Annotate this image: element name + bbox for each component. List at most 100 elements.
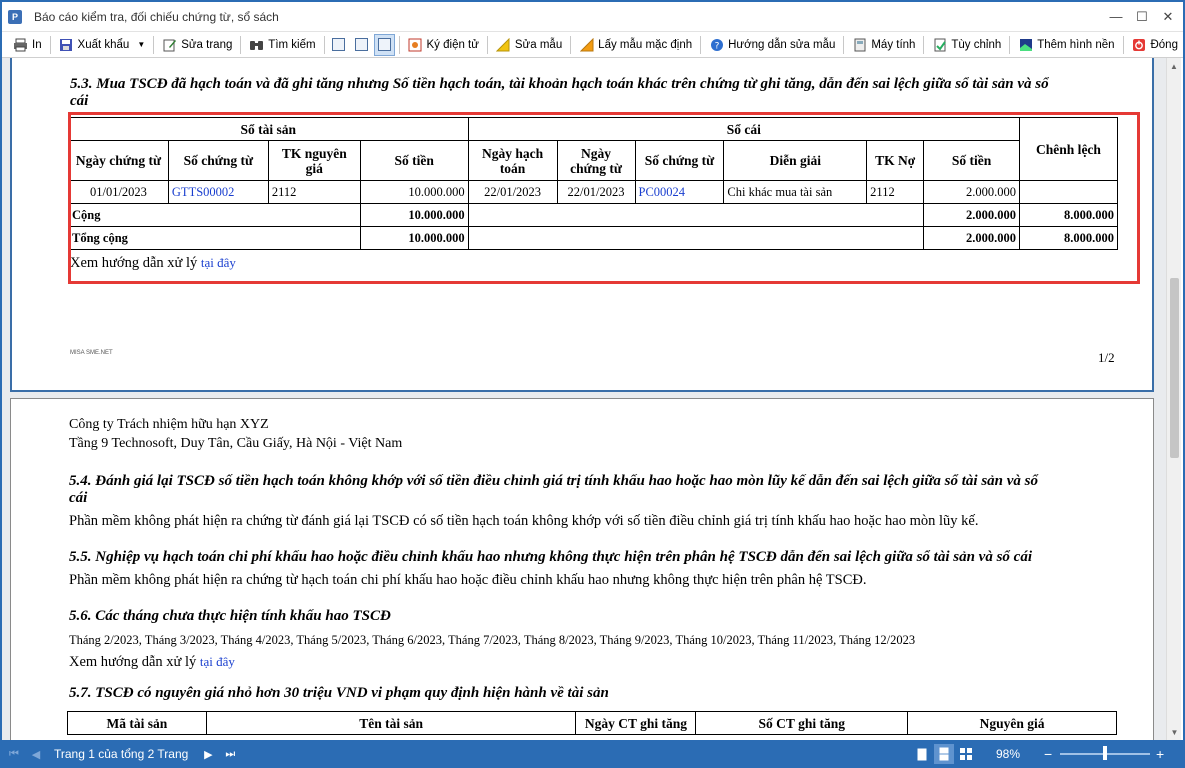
report-page-2: Công ty Trách nhiệm hữu hạn XYZ Tầng 9 T… (10, 398, 1154, 740)
continuous-view-icon[interactable] (934, 744, 954, 764)
chevron-down-icon[interactable]: ▼ (137, 40, 145, 49)
calculator-button[interactable]: Máy tính (847, 34, 920, 56)
small-asset-table: Mã tài sản Tên tài sản Ngày CT ghi tăng … (67, 711, 1117, 735)
scroll-thumb[interactable] (1170, 278, 1179, 458)
help-edit-label: Hướng dẫn sửa mẫu (728, 38, 836, 51)
header-increase-no: Số CT ghi tăng (695, 711, 909, 735)
toolbar-separator (398, 35, 400, 54)
zoom-level: 98% (996, 747, 1021, 761)
maximize-button[interactable]: ☐ (1131, 6, 1153, 28)
save-icon (59, 37, 74, 52)
export-button[interactable]: Xuất khẩu ▼ (54, 34, 151, 56)
section-5-3-title: 5.3. Mua TSCĐ đã hạch toán và đã ghi tăn… (70, 76, 1140, 110)
toolbar-separator (923, 35, 925, 54)
title-bar: P Báo cáo kiểm tra, đối chiếu chứng từ, … (2, 2, 1183, 32)
minimize-button[interactable]: — (1105, 6, 1127, 28)
svg-text:?: ? (714, 41, 719, 51)
view-whole-page-button[interactable] (373, 33, 395, 56)
toolbar-separator (486, 35, 488, 54)
calculator-icon (852, 37, 867, 52)
header-cost: Nguyên giá (907, 711, 1117, 735)
view-single-page-button[interactable] (329, 34, 350, 56)
scroll-up-icon[interactable]: ▲ (1167, 58, 1181, 74)
edit-page-button[interactable]: Sửa trang (157, 34, 237, 56)
power-icon (1131, 37, 1146, 52)
whole-page-icon (377, 38, 391, 51)
vertical-scrollbar[interactable]: ▲ ▼ (1166, 58, 1181, 740)
zoom-out-button[interactable]: − (1044, 746, 1052, 762)
report-page-1: 5.3. Mua TSCĐ đã hạch toán và đã ghi tăn… (10, 58, 1154, 392)
help-edit-button[interactable]: ? Hướng dẫn sửa mẫu (704, 34, 840, 56)
prev-page-icon[interactable]: ◀ (28, 746, 44, 762)
header-increase-date: Ngày CT ghi tăng (575, 711, 697, 735)
single-page-view-icon[interactable] (912, 744, 932, 764)
close-button[interactable]: Đóng (1126, 34, 1183, 56)
company-address: Tầng 9 Technosoft, Duy Tân, Cầu Giấy, Hà… (69, 436, 403, 451)
section-title-line: cái (70, 93, 89, 109)
toolbar-separator (570, 35, 572, 54)
scroll-down-icon[interactable]: ▼ (1167, 724, 1182, 740)
table-header-row: Mã tài sản Tên tài sản Ngày CT ghi tăng … (67, 711, 1117, 735)
section-5-5-title: 5.5. Nghiệp vụ hạch toán chi phí khấu ha… (69, 549, 1032, 565)
section-5-4-title: 5.4. Đánh giá lại TSCĐ số tiền hạch toán… (69, 473, 1139, 507)
search-label: Tìm kiếm (268, 38, 316, 51)
close-window-button[interactable]: ✕ (1157, 6, 1179, 28)
edit-template-label: Sửa mẫu (514, 38, 563, 51)
multi-page-view-icon[interactable] (956, 744, 976, 764)
section-5-6-title: 5.6. Các tháng chưa thực hiện tính khấu … (69, 608, 391, 624)
page-info: Trang 1 của tổng 2 Trang (54, 747, 189, 761)
highlight-box (68, 112, 1140, 284)
e-sign-label: Ký điện tử (426, 38, 479, 51)
export-label: Xuất khẩu (77, 38, 130, 51)
page-width-icon (354, 38, 368, 51)
next-page-icon[interactable]: ▶ (200, 746, 216, 762)
add-background-label: Thêm hình nền (1037, 38, 1115, 51)
edit-page-label: Sửa trang (181, 38, 233, 51)
calculator-label: Máy tính (871, 38, 916, 51)
e-sign-button[interactable]: Ký điện tử (403, 34, 484, 56)
print-label: In (32, 38, 42, 51)
page-number: 1/2 (1098, 350, 1115, 365)
toolbar-separator (1009, 35, 1011, 54)
footer-brand: MISA SME.NET (70, 350, 113, 356)
options-button[interactable]: Tùy chỉnh (927, 34, 1006, 56)
window-title: Báo cáo kiểm tra, đối chiếu chứng từ, sổ… (34, 9, 279, 24)
print-button[interactable]: In (8, 34, 47, 56)
toolbar-separator (153, 35, 155, 54)
toolbar-separator (843, 35, 845, 54)
first-page-icon[interactable]: ⏮ (6, 746, 22, 762)
default-template-label: Lấy mẫu mặc định (598, 38, 693, 51)
section-5-6-months: Tháng 2/2023, Tháng 3/2023, Tháng 4/2023… (69, 633, 916, 647)
toolbar-separator (323, 35, 325, 54)
last-page-icon[interactable]: ⏭ (222, 746, 238, 762)
signature-icon (408, 37, 423, 52)
template-icon (496, 37, 511, 52)
guide-line: Xem hướng dẫn xử lý tại đây (69, 654, 235, 671)
section-title-line: cái (69, 490, 88, 506)
default-template-icon (579, 37, 594, 52)
guide-link[interactable]: tại đây (200, 654, 235, 669)
report-viewer[interactable]: 5.3. Mua TSCĐ đã hạch toán và đã ghi tăn… (2, 58, 1166, 740)
add-background-button[interactable]: Thêm hình nền (1013, 34, 1119, 56)
section-5-4-text: Phần mềm không phát hiện ra chứng từ đán… (69, 513, 979, 529)
options-label: Tùy chỉnh (951, 38, 1002, 51)
zoom-in-button[interactable]: + (1156, 746, 1164, 762)
default-template-button[interactable]: Lấy mẫu mặc định (574, 34, 697, 56)
section-5-5-text: Phần mềm không phát hiện ra chứng từ hạc… (69, 572, 867, 588)
toolbar-separator (1122, 35, 1124, 54)
options-icon (932, 37, 947, 52)
search-button[interactable]: Tìm kiếm (244, 34, 320, 56)
help-icon: ? (709, 37, 724, 52)
guide-text: Xem hướng dẫn xử lý (69, 654, 197, 670)
header-asset-code: Mã tài sản (67, 711, 207, 735)
edit-template-button[interactable]: Sửa mẫu (491, 34, 567, 56)
toolbar-separator (49, 35, 51, 54)
company-name: Công ty Trách nhiệm hữu hạn XYZ (69, 417, 269, 432)
section-title-line: 5.3. Mua TSCĐ đã hạch toán và đã ghi tăn… (70, 76, 1049, 92)
binoculars-icon (249, 37, 264, 52)
toolbar-separator (240, 35, 242, 54)
close-label: Đóng (1150, 38, 1178, 51)
view-page-width-button[interactable] (351, 34, 372, 56)
background-image-icon (1018, 37, 1033, 52)
zoom-slider-thumb[interactable] (1103, 746, 1107, 760)
